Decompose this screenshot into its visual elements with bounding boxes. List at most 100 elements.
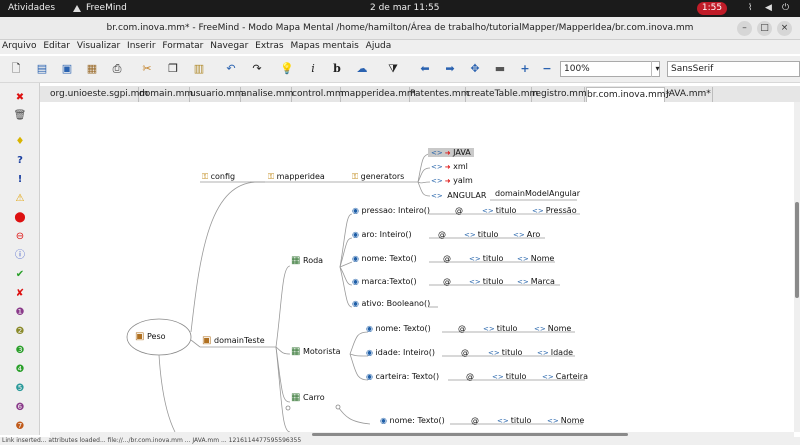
minimize-icon[interactable]: –	[737, 21, 752, 36]
recording-indicator[interactable]: 1:55	[697, 2, 727, 15]
tab-java[interactable]: JAVA.mm*	[665, 87, 713, 102]
cross-icon[interactable]: ✘	[13, 287, 27, 301]
attr-value[interactable]: <> Marca	[517, 277, 555, 286]
menu-editar[interactable]: Editar	[41, 40, 72, 52]
node-attr[interactable]: ◉ aro: Inteiro()	[352, 230, 412, 239]
priority-1-icon[interactable]: ❶	[13, 306, 27, 320]
menu-mapas-mentais[interactable]: Mapas mentais	[288, 40, 360, 52]
node-config[interactable]: ⚿ config	[202, 172, 235, 182]
node-carro[interactable]: ▦ Carro	[291, 392, 325, 403]
zoom-in-icon[interactable]: +	[518, 62, 532, 76]
tab-analise[interactable]: analise.mm	[241, 87, 293, 102]
menu-arquivo[interactable]: Arquivo	[0, 40, 38, 52]
bulb-icon[interactable]: ♦	[13, 135, 27, 149]
priority-4-icon[interactable]: ❹	[13, 363, 27, 377]
exclamation-icon[interactable]: !	[13, 173, 27, 187]
paste-icon[interactable]: ▥	[192, 62, 206, 76]
vertical-scrollbar[interactable]	[794, 102, 800, 432]
volume-icon[interactable]: ◀	[765, 3, 772, 13]
node-gen-yalm[interactable]: <> ➜ yalm	[431, 176, 473, 185]
titulo-label[interactable]: <> titulo	[497, 416, 531, 425]
titulo-label[interactable]: <> titulo	[482, 206, 516, 215]
forward-icon[interactable]: ➡	[443, 62, 457, 76]
menu-navegar[interactable]: Navegar	[208, 40, 250, 52]
node-attr[interactable]: ◉ marca:Texto()	[352, 277, 417, 286]
tab-control[interactable]: control.mm	[292, 87, 344, 102]
bold-icon[interactable]: b	[330, 62, 344, 76]
mind-map-canvas[interactable]: ▣ Peso ⚿ config ⚿ mapperidea ⚿ generator…	[50, 102, 794, 432]
move-icon[interactable]: ✥	[468, 62, 482, 76]
node-gen-java[interactable]: <> ➜ JAVA	[428, 148, 474, 157]
titulo-label[interactable]: <> titulo	[469, 277, 503, 286]
warning-icon[interactable]: ⚠	[13, 192, 27, 206]
tab-usuario[interactable]: usuario.mm	[190, 87, 244, 102]
save-icon[interactable]: ▣	[60, 62, 74, 76]
attr-value[interactable]: <> Nome	[517, 254, 554, 263]
priority-7-icon[interactable]: ❼	[13, 420, 27, 434]
priority-2-icon[interactable]: ❷	[13, 325, 27, 339]
question-icon[interactable]: ?	[13, 154, 27, 168]
menu-extras[interactable]: Extras	[253, 40, 285, 52]
attr-value[interactable]: <> Carteira	[542, 372, 588, 381]
zoom-out-icon[interactable]: −	[540, 62, 554, 76]
new-file-icon[interactable]: 🗋	[9, 62, 23, 76]
attr-value[interactable]: <> Aro	[513, 230, 540, 239]
print-icon[interactable]: ⎙	[110, 62, 124, 76]
tab-createtable[interactable]: createTable.mm	[466, 87, 538, 102]
close-icon[interactable]: ×	[777, 21, 792, 36]
node-gen-xml[interactable]: <> ➜ xml	[431, 162, 468, 171]
chevron-down-icon[interactable]: ▾	[651, 61, 663, 77]
priority-5-icon[interactable]: ❺	[13, 382, 27, 396]
menu-visualizar[interactable]: Visualizar	[75, 40, 122, 52]
node-gen-angular-value[interactable]: domainModelAngular	[495, 189, 580, 198]
vertical-scroll-thumb[interactable]	[795, 202, 799, 298]
stop-icon[interactable]: ⬤	[13, 211, 27, 225]
filter-icon[interactable]: ⧩	[386, 62, 400, 76]
tab-mapperidea[interactable]: mapperidea.mm	[341, 87, 416, 102]
node-domain-teste[interactable]: ▣ domainTeste	[202, 335, 265, 346]
titulo-label[interactable]: <> titulo	[488, 348, 522, 357]
no-entry-icon[interactable]: ⊖	[13, 230, 27, 244]
menu-formatar[interactable]: Formatar	[160, 40, 205, 52]
zoom-select[interactable]: 100%	[560, 61, 660, 77]
priority-6-icon[interactable]: ❻	[13, 401, 27, 415]
cut-icon[interactable]: ✂	[140, 62, 154, 76]
priority-3-icon[interactable]: ❸	[13, 344, 27, 358]
menu-ajuda[interactable]: Ajuda	[364, 40, 394, 52]
check-icon[interactable]: ✔	[13, 268, 27, 282]
undo-icon[interactable]: ↶	[224, 62, 238, 76]
power-icon[interactable]: ⏻	[782, 3, 789, 13]
idea-icon[interactable]: 💡	[280, 62, 294, 76]
tab-registro[interactable]: registro.mm	[532, 87, 587, 102]
app-menu[interactable]: FreeMind	[86, 3, 127, 13]
clock[interactable]: 2 de mar 11:55	[370, 3, 439, 13]
node-attr[interactable]: ◉ nome: Texto()	[352, 254, 417, 263]
node-attr[interactable]: ◉ ativo: Booleano()	[352, 299, 430, 308]
activities-button[interactable]: Atividades	[8, 3, 55, 13]
open-file-icon[interactable]: ▤	[35, 62, 49, 76]
node-attr[interactable]: ◉ nome: Texto()	[380, 416, 445, 425]
titulo-label[interactable]: <> titulo	[492, 372, 526, 381]
attr-value[interactable]: <> Pressão	[532, 206, 577, 215]
remove-icon[interactable]: ▬	[493, 62, 507, 76]
tab-domain[interactable]: domain.mm	[139, 87, 193, 102]
tab-patentes[interactable]: Patentes.mm	[410, 87, 469, 102]
save-as-icon[interactable]: ▦	[85, 62, 99, 76]
node-attr[interactable]: ◉ nome: Texto()	[366, 324, 431, 333]
node-gen-angular[interactable]: <> ANGULAR	[431, 191, 486, 200]
horizontal-scroll-thumb[interactable]	[312, 433, 628, 436]
font-family-select[interactable]: SansSerif	[667, 61, 800, 77]
attr-value[interactable]: <> Idade	[537, 348, 573, 357]
tab-org-unioeste[interactable]: org.unioeste.sgpi.mm	[50, 87, 148, 102]
attr-value[interactable]: <> Nome	[534, 324, 571, 333]
node-mapperidea[interactable]: ⚿ mapperidea	[268, 172, 325, 182]
back-icon[interactable]: ⬅	[418, 62, 432, 76]
menu-inserir[interactable]: Inserir	[125, 40, 158, 52]
titulo-label[interactable]: <> titulo	[464, 230, 498, 239]
copy-icon[interactable]: ❐	[166, 62, 180, 76]
node-motorista[interactable]: ▦ Motorista	[291, 346, 341, 357]
node-roda[interactable]: ▦ Roda	[291, 255, 323, 266]
attr-value[interactable]: <> Nome	[547, 416, 584, 425]
maximize-icon[interactable]: □	[757, 21, 772, 36]
node-attr[interactable]: ◉ idade: Inteiro()	[366, 348, 435, 357]
